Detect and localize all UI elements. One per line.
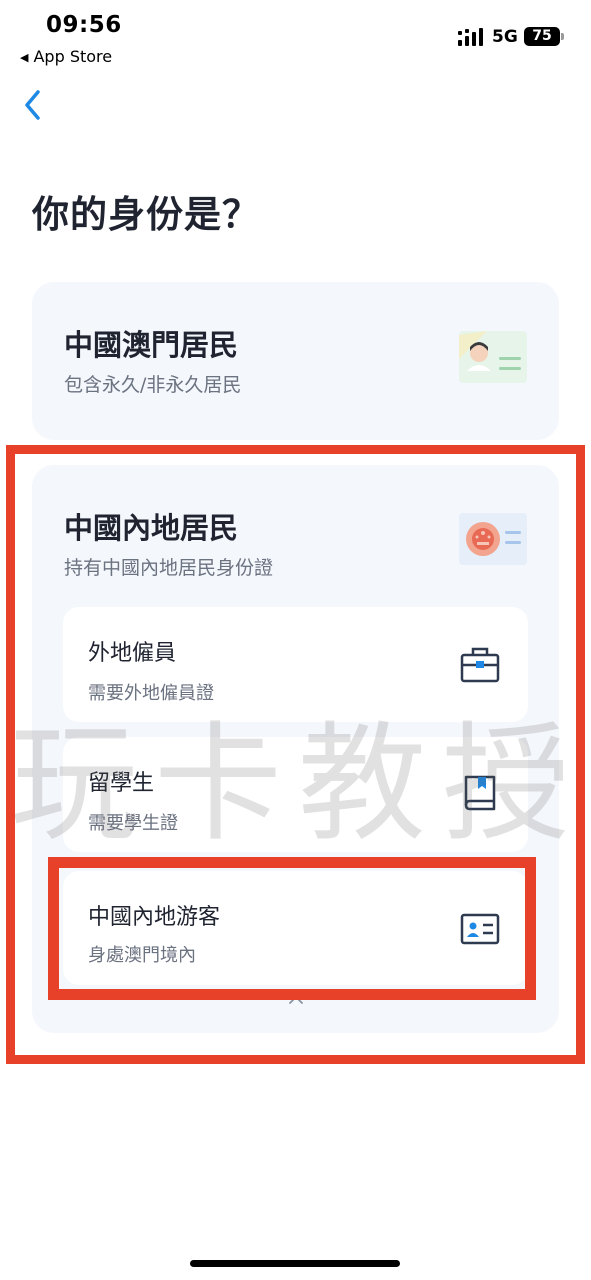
battery-cap-icon: [561, 33, 564, 40]
id-card-person-illustration-icon: [459, 331, 527, 383]
home-indicator[interactable]: [190, 1260, 400, 1267]
network-type: 5G: [492, 27, 518, 47]
option-macau-resident[interactable]: 中國澳門居民 包含永久/非永久居民: [32, 282, 559, 440]
back-triangle-icon: ◀: [20, 51, 29, 64]
status-time: 09:56: [46, 12, 122, 38]
status-bar: 09:56 ◀ App Store 5G 75: [0, 0, 591, 80]
page-title: 你的身份是？: [32, 193, 260, 236]
back-app-label: App Store: [33, 47, 113, 66]
battery-level: 75: [524, 27, 560, 46]
option-title: 中國澳門居民: [64, 328, 239, 362]
back-to-app-store-link[interactable]: ◀ App Store: [20, 47, 112, 66]
option-subtitle: 包含永久/非永久居民: [64, 374, 242, 396]
cellular-signal-icon: [458, 28, 483, 46]
back-chevron-icon[interactable]: [20, 88, 46, 122]
highlight-box-visitor: [48, 857, 536, 1000]
